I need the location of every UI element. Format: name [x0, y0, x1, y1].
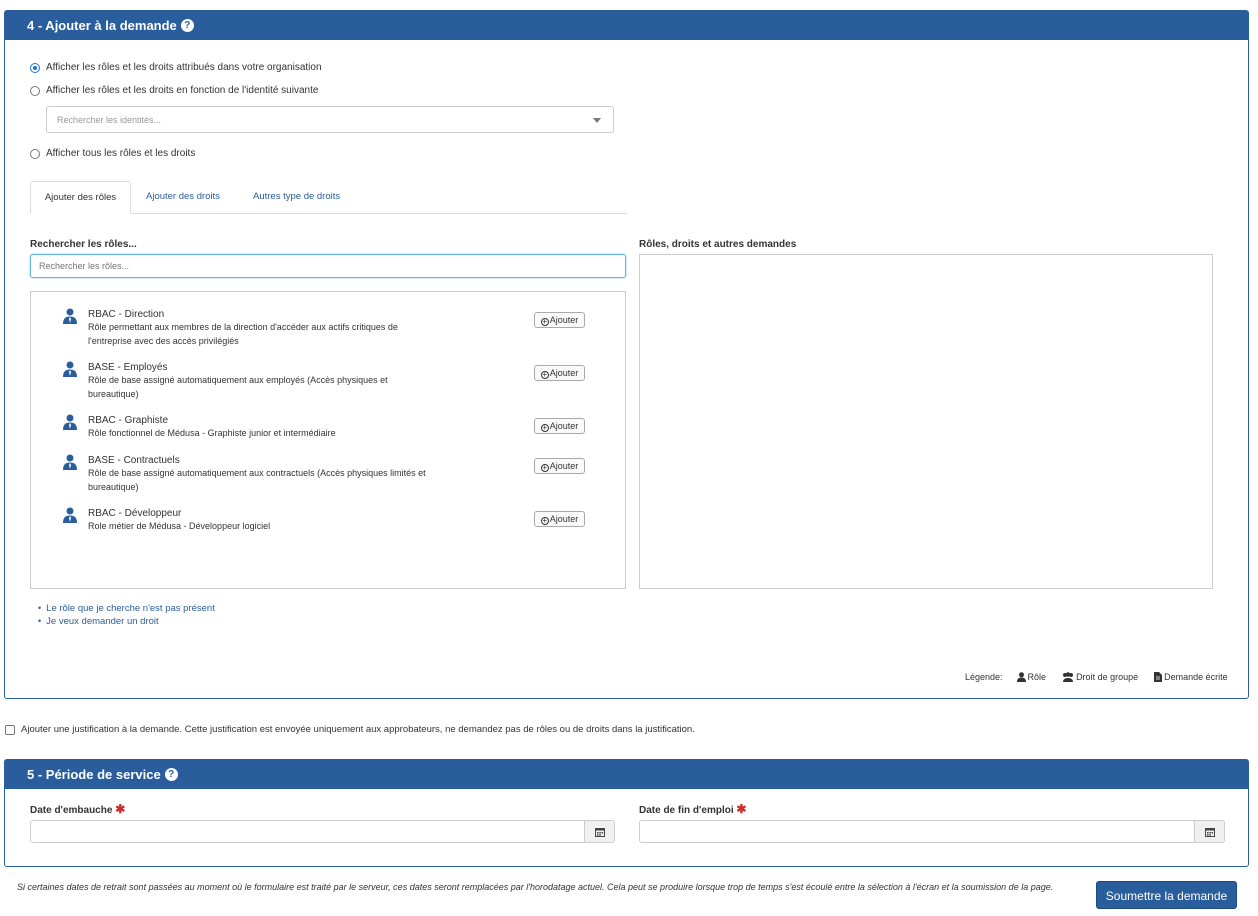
add-role-button[interactable]: + Ajouter	[534, 458, 585, 474]
user-tie-icon	[63, 454, 77, 470]
calendar-icon	[1205, 828, 1215, 837]
legend-written-request: Demande écrite	[1164, 672, 1228, 682]
end-date-label: Date de fin d'emploi ✱	[639, 802, 747, 816]
end-date-calendar-button[interactable]	[1194, 821, 1224, 842]
plus-circle-icon: +	[540, 370, 549, 379]
role-text: BASE - Employés Rôle de base assigné aut…	[88, 361, 428, 401]
add-role-button[interactable]: + Ajouter	[534, 365, 585, 381]
plus-circle-icon: +	[540, 516, 549, 525]
role-description: Rôle permettant aux membres de la direct…	[88, 322, 398, 346]
help-links: • Le rôle que je cherche n'est pas prése…	[38, 602, 215, 628]
required-marker: ✱	[115, 802, 126, 816]
role-description: Rôle de base assigné automatiquement aux…	[88, 375, 388, 399]
role-name: BASE - Contractuels	[88, 455, 180, 466]
role-name: RBAC - Graphiste	[88, 415, 169, 426]
radio-all-roles[interactable]: Afficher tous les rôles et les droits	[30, 148, 195, 159]
role-description: Rôle fonctionnel de Médusa - Graphiste j…	[88, 428, 336, 438]
plus-circle-icon: +	[540, 423, 549, 432]
help-icon[interactable]: ?	[164, 768, 178, 781]
roles-list[interactable]: RBAC - Direction Rôle permettant aux mem…	[30, 291, 626, 589]
list-item: • Le rôle que je cherche n'est pas prése…	[38, 603, 215, 614]
radio-button[interactable]	[30, 148, 40, 159]
radio-identity-roles[interactable]: Afficher les rôles et les droits en fonc…	[30, 85, 318, 96]
end-date-input[interactable]	[639, 820, 1225, 843]
list-item: BASE - Contractuels Rôle de base assigné…	[63, 454, 585, 494]
tab-add-roles[interactable]: Ajouter des rôles	[30, 181, 131, 214]
legend-label: Légende:	[965, 672, 1003, 682]
requests-box	[639, 254, 1213, 589]
role-text: RBAC - Graphiste Rôle fonctionnel de Méd…	[88, 414, 428, 441]
search-roles-input[interactable]	[30, 254, 626, 278]
required-marker: ✱	[736, 802, 747, 816]
radio-label: Afficher les rôles et les droits en fonc…	[46, 85, 319, 96]
role-description: Rôle de base assigné automatiquement aux…	[88, 468, 426, 492]
section-5-header: 5 - Période de service ?	[5, 760, 1248, 789]
add-role-button[interactable]: + Ajouter	[534, 312, 585, 328]
footer-note: Si certaines dates de retrait sont passé…	[17, 882, 1054, 892]
role-text: RBAC - Développeur Role métier de Médusa…	[88, 507, 428, 534]
add-role-button[interactable]: + Ajouter	[534, 511, 585, 527]
user-tie-icon	[63, 507, 77, 523]
justification-row[interactable]: Ajouter une justification à la demande. …	[5, 724, 695, 735]
list-item: BASE - Employés Rôle de base assigné aut…	[63, 361, 585, 401]
file-icon	[1154, 672, 1163, 682]
section-4-title: 4 - Ajouter à la demande	[27, 18, 177, 33]
list-item: RBAC - Direction Rôle permettant aux mem…	[63, 308, 585, 348]
role-text: RBAC - Direction Rôle permettant aux mem…	[88, 308, 428, 348]
chevron-down-icon	[593, 118, 601, 123]
tab-other-rights[interactable]: Autres type de droits	[253, 181, 340, 213]
justification-label: Ajouter une justification à la demande. …	[21, 724, 695, 735]
legend-role: Rôle	[1027, 672, 1047, 682]
radio-button[interactable]	[30, 85, 40, 96]
user-tie-icon	[63, 414, 77, 430]
legend: Légende: Rôle Droit de groupe Demande éc…	[965, 672, 1228, 682]
identity-select-placeholder: Rechercher les identités...	[57, 115, 162, 125]
role-name: RBAC - Direction	[88, 309, 165, 320]
help-icon[interactable]: ?	[180, 19, 194, 32]
legend-group-right: Droit de groupe	[1076, 672, 1139, 682]
hire-date-label: Date d'embauche ✱	[30, 802, 126, 816]
radio-org-roles[interactable]: Afficher les rôles et les droits attribu…	[30, 62, 322, 73]
users-icon	[1063, 672, 1074, 682]
section-add-to-request: 4 - Ajouter à la demande ? Afficher les …	[4, 10, 1249, 699]
add-role-button[interactable]: + Ajouter	[534, 418, 585, 434]
section-service-period: 5 - Période de service ? Date d'embauche…	[4, 759, 1249, 867]
radio-button[interactable]	[30, 62, 40, 73]
requests-label: Rôles, droits et autres demandes	[639, 239, 797, 250]
role-text: BASE - Contractuels Rôle de base assigné…	[88, 454, 428, 494]
section-5-title: 5 - Période de service	[27, 767, 161, 782]
calendar-icon	[595, 828, 605, 837]
user-icon	[1016, 672, 1026, 682]
submit-request-button[interactable]: Soumettre la demande	[1096, 881, 1237, 909]
link-role-missing[interactable]: Le rôle que je cherche n'est pas présent	[46, 603, 215, 614]
role-name: RBAC - Développeur	[88, 508, 182, 519]
role-description: Role métier de Médusa - Développeur logi…	[88, 521, 271, 531]
user-tie-icon	[63, 361, 77, 377]
list-item: • Je veux demander un droit	[38, 616, 159, 627]
radio-label: Afficher les rôles et les droits attribu…	[46, 62, 322, 73]
hire-date-input[interactable]	[30, 820, 615, 843]
justification-checkbox[interactable]	[5, 724, 15, 735]
identity-select[interactable]: Rechercher les identités...	[46, 106, 614, 133]
list-item: RBAC - Graphiste Rôle fonctionnel de Méd…	[63, 414, 585, 444]
user-tie-icon	[63, 308, 77, 324]
search-roles-label: Rechercher les rôles...	[30, 239, 137, 250]
hire-date-calendar-button[interactable]	[584, 821, 614, 842]
plus-circle-icon: +	[540, 463, 549, 472]
tab-add-rights[interactable]: Ajouter des droits	[146, 181, 220, 213]
section-4-header: 4 - Ajouter à la demande ?	[5, 11, 1248, 40]
link-request-right[interactable]: Je veux demander un droit	[46, 616, 158, 627]
plus-circle-icon: +	[540, 317, 549, 326]
list-item: RBAC - Développeur Role métier de Médusa…	[63, 507, 585, 537]
role-name: BASE - Employés	[88, 362, 168, 373]
radio-label: Afficher tous les rôles et les droits	[46, 148, 196, 159]
